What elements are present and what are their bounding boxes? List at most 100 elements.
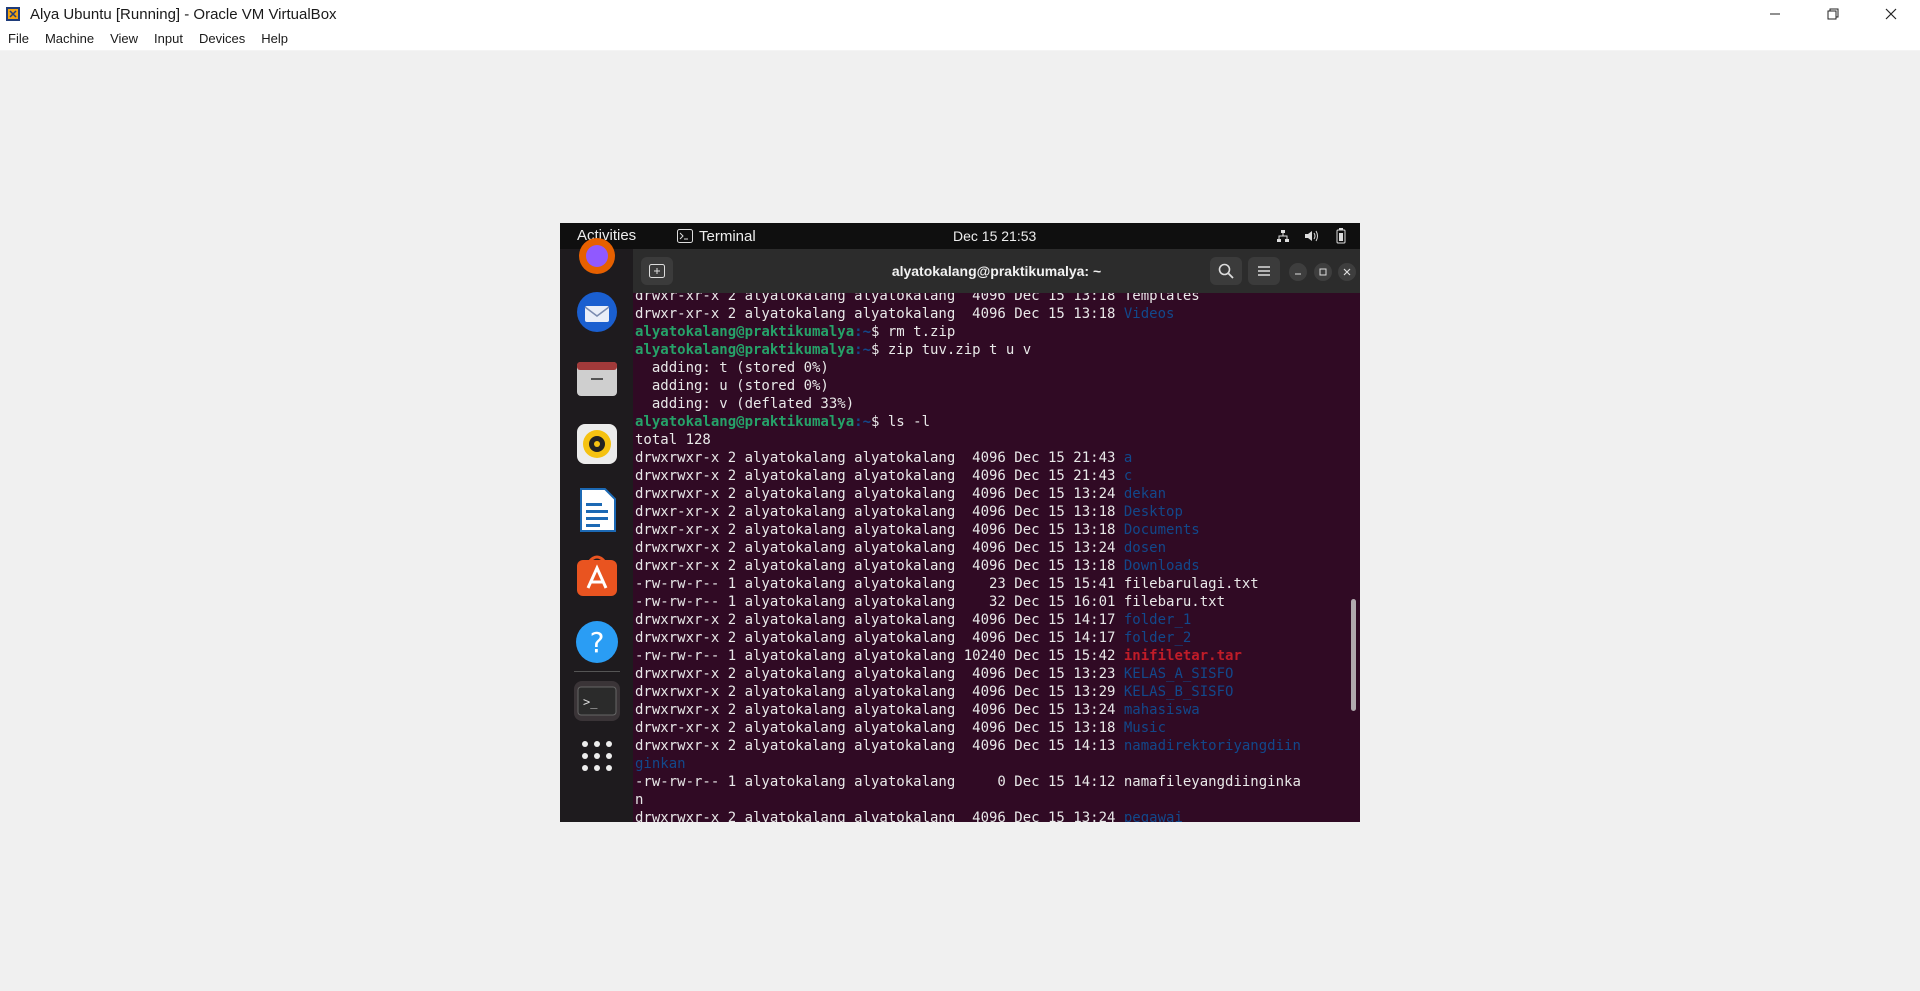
- menu-view[interactable]: View: [102, 28, 146, 50]
- menu-input[interactable]: Input: [146, 28, 191, 50]
- terminal-scrollbar[interactable]: [1351, 599, 1356, 711]
- terminal-window[interactable]: alyatokalang@praktikumalya: ~ drwxr-xr-x…: [633, 249, 1360, 822]
- terminal-line: alyatokalang@praktikumalya:~$ rm t.zip: [635, 323, 1301, 341]
- help-icon: ?: [576, 621, 618, 663]
- output-text: adding: v (deflated 33%): [635, 396, 855, 412]
- dock-files[interactable]: [574, 355, 620, 401]
- new-tab-button[interactable]: [641, 257, 673, 285]
- ls-entry-meta: drwxrwxr-x 2 alyatokalang alyatokalang 4…: [635, 702, 1124, 718]
- firefox-icon: [579, 238, 615, 274]
- terminal-line: drwxr-xr-x 2 alyatokalang alyatokalang 4…: [635, 557, 1301, 575]
- window-controls: [1746, 0, 1920, 28]
- menu-file[interactable]: File: [0, 28, 37, 50]
- virtualbox-icon: [6, 7, 20, 21]
- terminal-line: adding: v (deflated 33%): [635, 395, 1301, 413]
- system-tray[interactable]: [1276, 223, 1348, 249]
- prompt-path: :~: [854, 414, 872, 430]
- terminal-line: adding: u (stored 0%): [635, 377, 1301, 395]
- command-text: $ rm t.zip: [871, 324, 956, 340]
- dock-separator: [574, 671, 620, 672]
- ls-entry-name: namafileyangdiinginka: [1123, 774, 1301, 790]
- terminal-close-button[interactable]: [1338, 263, 1356, 281]
- ls-entry-name: Videos: [1123, 306, 1175, 322]
- terminal-line: drwxrwxr-x 2 alyatokalang alyatokalang 4…: [635, 539, 1301, 557]
- menu-machine[interactable]: Machine: [37, 28, 102, 50]
- menu-help[interactable]: Help: [253, 28, 296, 50]
- terminal-output[interactable]: drwxr-xr-x 2 alyatokalang alyatokalang 4…: [635, 293, 1347, 822]
- dock-firefox[interactable]: [574, 233, 620, 279]
- minimize-button[interactable]: [1746, 0, 1804, 28]
- search-button[interactable]: [1210, 257, 1242, 285]
- show-apps-button[interactable]: [574, 733, 620, 779]
- terminal-small-icon: [677, 229, 693, 243]
- output-text: total 128: [635, 432, 711, 448]
- terminal-line: drwxrwxr-x 2 alyatokalang alyatokalang 4…: [635, 683, 1301, 701]
- svg-text:>_: >_: [583, 695, 598, 709]
- ls-entry-meta: drwxrwxr-x 2 alyatokalang alyatokalang 4…: [635, 486, 1124, 502]
- output-text: drwxr-xr-x 2 alyatokalang alyatokalang 4…: [635, 293, 1200, 304]
- dock-terminal[interactable]: >_: [574, 681, 620, 721]
- ls-entry-name: folder_1: [1123, 612, 1192, 628]
- terminal-line: n: [635, 791, 1301, 809]
- ls-entry-name: dekan: [1123, 486, 1167, 502]
- prompt-user: alyatokalang@praktikumalya: [635, 414, 855, 430]
- ls-entry-meta: drwxrwxr-x 2 alyatokalang alyatokalang 4…: [635, 450, 1124, 466]
- host-titlebar: Alya Ubuntu [Running] - Oracle VM Virtua…: [0, 0, 1920, 28]
- dock-writer[interactable]: [574, 487, 620, 533]
- minimize-icon: [1770, 13, 1780, 15]
- search-icon: [1218, 263, 1234, 279]
- close-icon: [1885, 8, 1897, 20]
- ls-entry-meta: -rw-rw-r-- 1 alyatokalang alyatokalang 2…: [635, 576, 1124, 592]
- output-text: adding: u (stored 0%): [635, 378, 829, 394]
- app-menu[interactable]: Terminal: [677, 223, 756, 249]
- ls-entry-meta: drwxrwxr-x 2 alyatokalang alyatokalang 4…: [635, 738, 1124, 754]
- close-icon: [1343, 268, 1351, 276]
- prompt-user: alyatokalang@praktikumalya: [635, 324, 855, 340]
- terminal-line: drwxrwxr-x 2 alyatokalang alyatokalang 4…: [635, 737, 1301, 755]
- close-button[interactable]: [1862, 0, 1920, 28]
- app-name: Terminal: [699, 227, 756, 245]
- terminal-line: -rw-rw-r-- 1 alyatokalang alyatokalang 1…: [635, 647, 1301, 665]
- terminal-restore-button[interactable]: [1314, 263, 1332, 281]
- ls-entry-meta: drwxrwxr-x 2 alyatokalang alyatokalang 4…: [635, 684, 1124, 700]
- terminal-line: drwxrwxr-x 2 alyatokalang alyatokalang 4…: [635, 629, 1301, 647]
- ls-entry-meta: drwxr-xr-x 2 alyatokalang alyatokalang 4…: [635, 306, 1124, 322]
- rhythmbox-icon: [577, 424, 617, 464]
- terminal-line: adding: t (stored 0%): [635, 359, 1301, 377]
- terminal-minimize-button[interactable]: [1289, 263, 1307, 281]
- ls-entry-meta: drwxr-xr-x 2 alyatokalang alyatokalang 4…: [635, 504, 1124, 520]
- restore-button[interactable]: [1804, 0, 1862, 28]
- terminal-line: drwxrwxr-x 2 alyatokalang alyatokalang 4…: [635, 809, 1301, 822]
- host-menubar: File Machine View Input Devices Help: [0, 28, 1920, 51]
- terminal-line: drwxr-xr-x 2 alyatokalang alyatokalang 4…: [635, 719, 1301, 737]
- command-text: $ zip tuv.zip t u v: [871, 342, 1032, 358]
- writer-icon: [580, 488, 616, 532]
- terminal-line: drwxr-xr-x 2 alyatokalang alyatokalang 4…: [635, 521, 1301, 539]
- terminal-line: drwxrwxr-x 2 alyatokalang alyatokalang 4…: [635, 467, 1301, 485]
- gnome-top-bar: Activities Terminal Dec 15 21:53: [560, 223, 1360, 249]
- volume-icon: [1305, 230, 1318, 242]
- ls-entry-name: Downloads: [1123, 558, 1200, 574]
- dock-rhythmbox[interactable]: [574, 421, 620, 467]
- clock[interactable]: Dec 15 21:53: [953, 223, 1036, 249]
- network-icon: [1277, 230, 1289, 242]
- show-apps-icon: [582, 741, 612, 771]
- menu-devices[interactable]: Devices: [191, 28, 253, 50]
- thunderbird-icon: [577, 292, 617, 332]
- terminal-line: -rw-rw-r-- 1 alyatokalang alyatokalang 2…: [635, 575, 1301, 593]
- prompt-path: :~: [854, 342, 872, 358]
- vm-screen[interactable]: Activities Terminal Dec 15 21:53 ? >_ al…: [560, 223, 1360, 822]
- new-tab-icon: [649, 264, 665, 278]
- window-title: Alya Ubuntu [Running] - Oracle VM Virtua…: [30, 5, 337, 23]
- ls-entry-meta: drwxrwxr-x 2 alyatokalang alyatokalang 4…: [635, 810, 1124, 822]
- menu-button[interactable]: [1248, 257, 1280, 285]
- ls-entry-name: pegawai: [1123, 810, 1183, 822]
- ls-entry-name: filebarulagi.txt: [1123, 576, 1259, 592]
- terminal-line: drwxrwxr-x 2 alyatokalang alyatokalang 4…: [635, 701, 1301, 719]
- ls-entry-name: ginkan: [635, 756, 686, 772]
- dock-help[interactable]: ?: [574, 619, 620, 665]
- ls-entry-meta: drwxrwxr-x 2 alyatokalang alyatokalang 4…: [635, 468, 1124, 484]
- dock-app-center[interactable]: [574, 553, 620, 599]
- dock-thunderbird[interactable]: [574, 289, 620, 335]
- terminal-line: ginkan: [635, 755, 1301, 773]
